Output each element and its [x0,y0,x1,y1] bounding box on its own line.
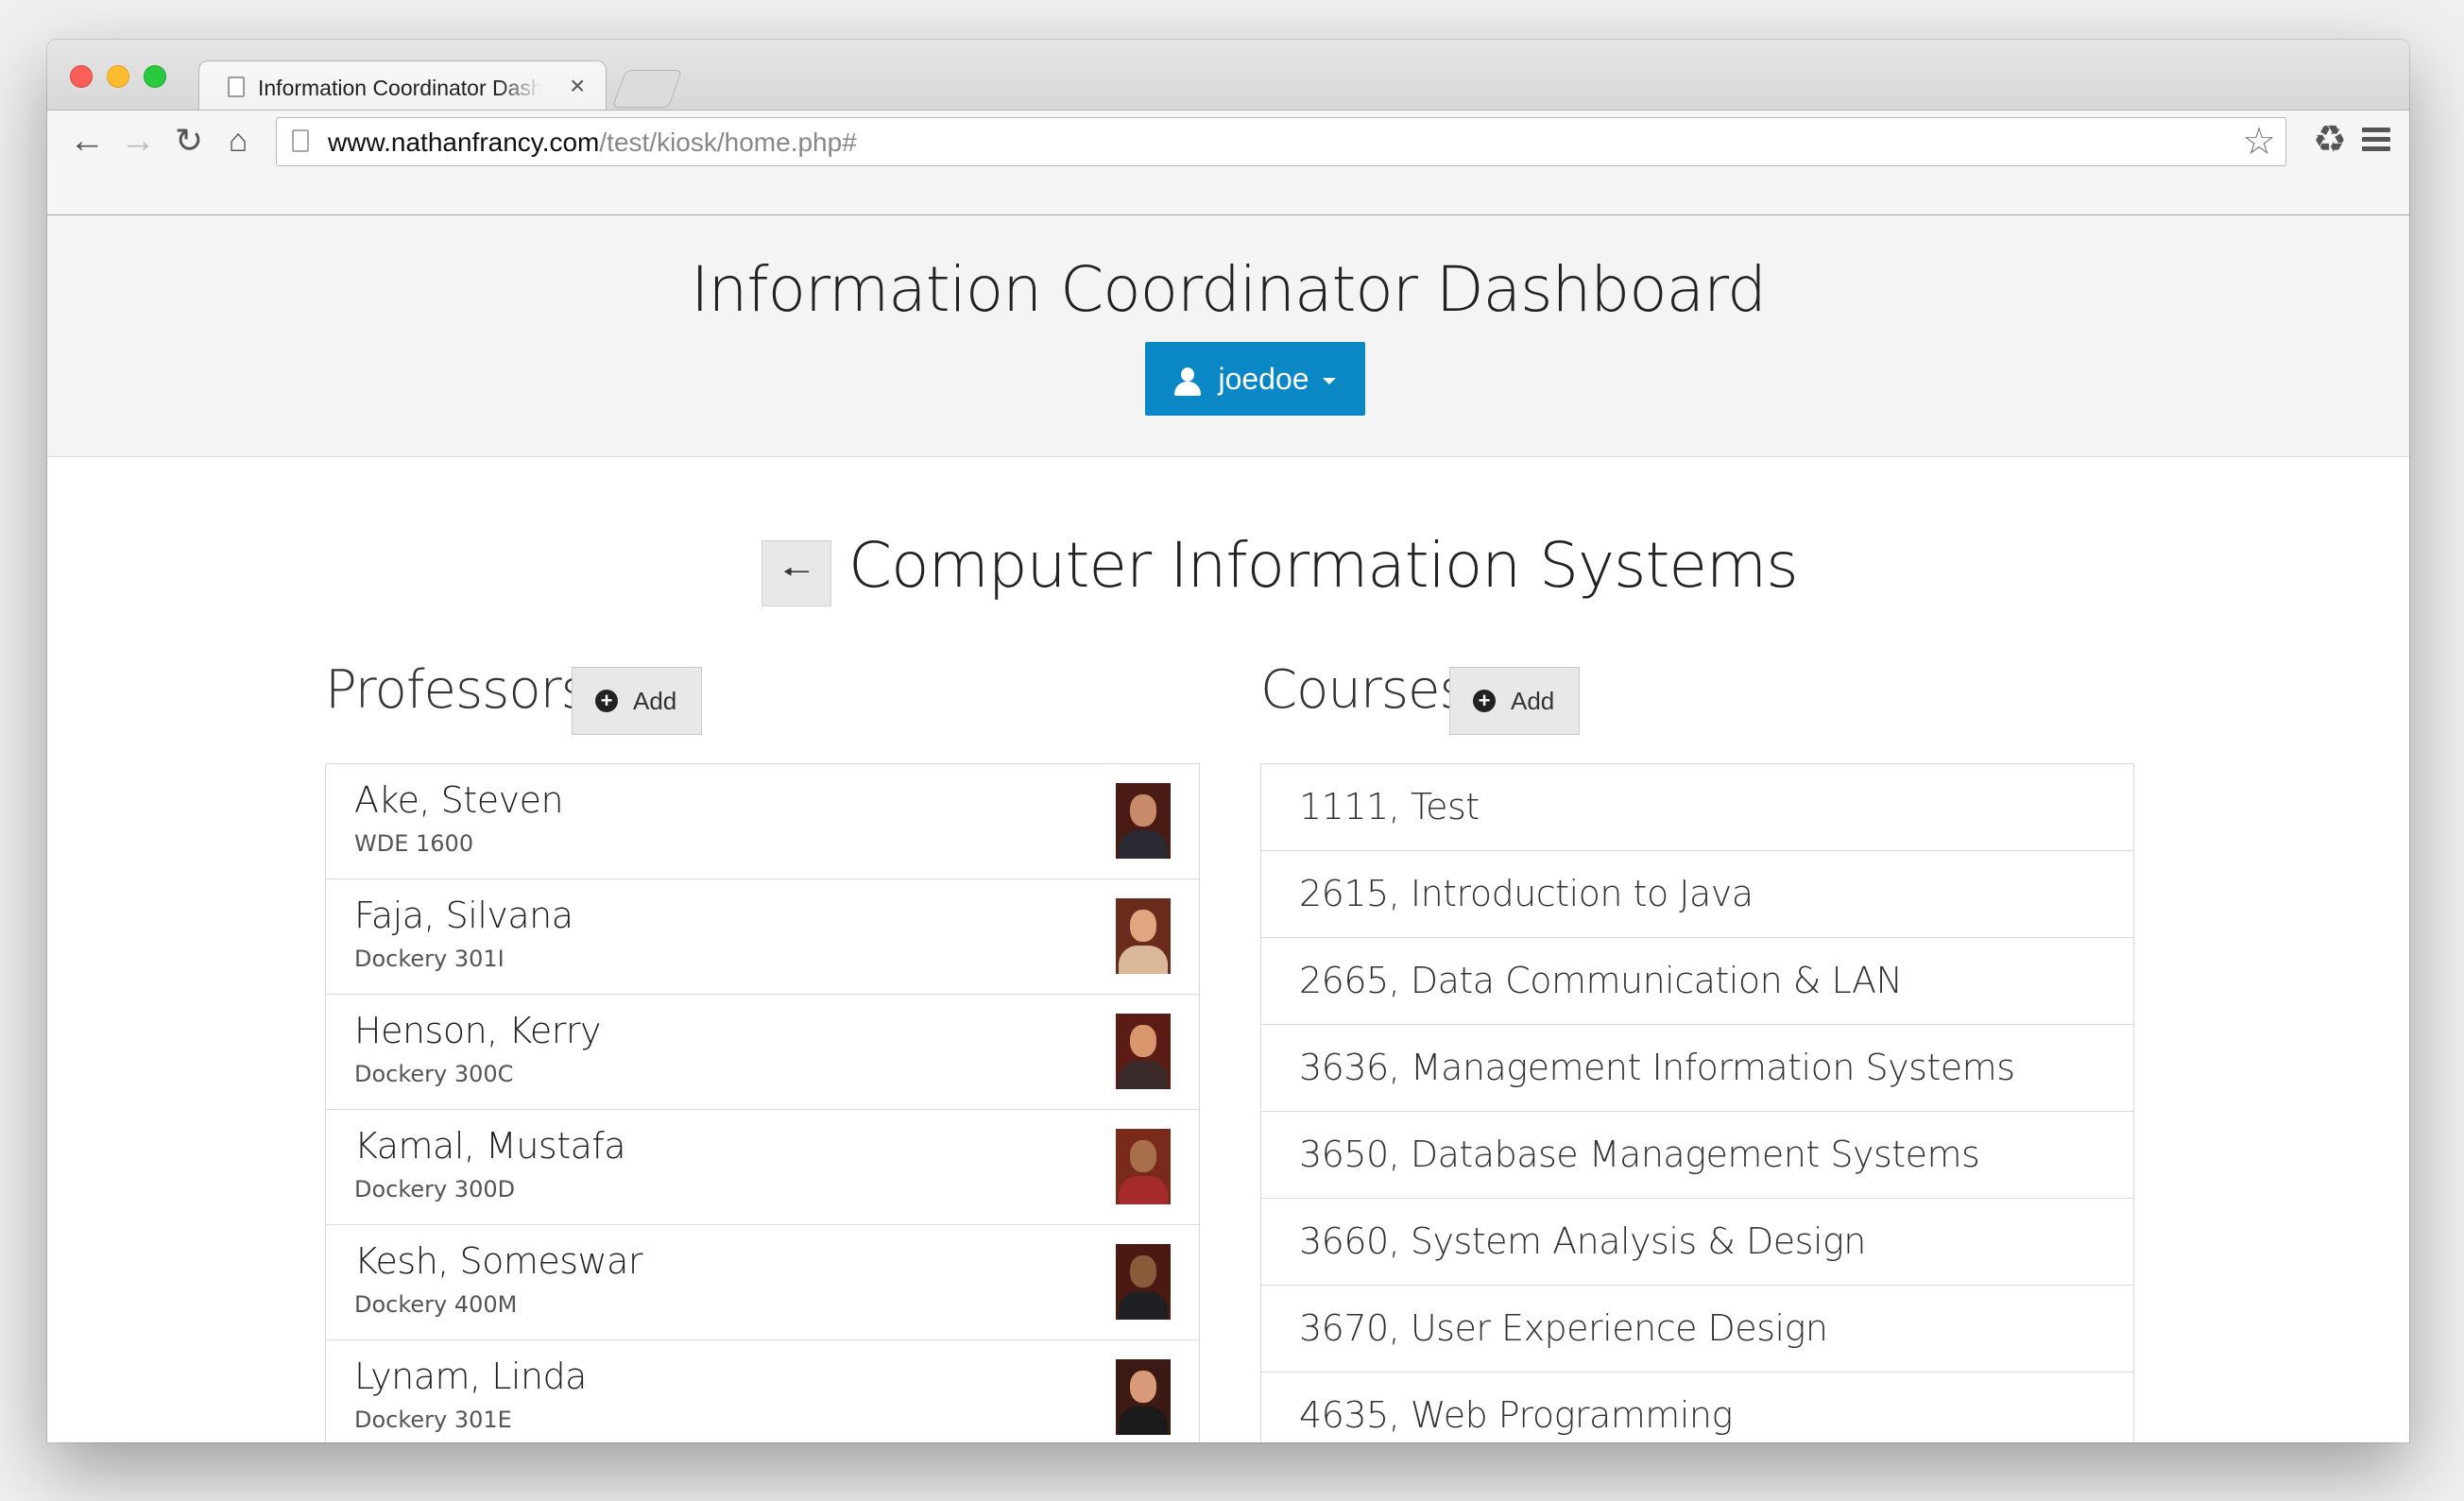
course-list-item[interactable]: 2665, Data Communication & LAN [1261,938,2133,1025]
plus-circle-icon: + [595,690,618,713]
professor-photo [1116,1244,1171,1320]
professors-heading: Professors [325,659,589,721]
professor-list-item[interactable]: Henson, Kerry Dockery 300C [326,995,1199,1110]
back-icon[interactable]: ← [66,120,108,162]
url-text: www.nathanfrancy.com/test/kiosk/home.php… [328,128,857,157]
professor-list-item[interactable]: Faja, Silvana Dockery 301I [326,879,1199,995]
course-list: 1111, Test 2615, Introduction to Java 26… [1260,763,2134,1442]
courses-heading: Courses [1260,659,1467,721]
professor-office: Dockery 300C [354,1061,514,1087]
professor-photo [1116,898,1171,974]
caret-down-icon [1322,378,1336,385]
course-list-item[interactable]: 2615, Introduction to Java [1261,851,2133,938]
browser-tab[interactable]: Information Coordinator Dashboard × [198,60,607,111]
professor-list-item[interactable]: Lynam, Linda Dockery 301E [326,1340,1199,1442]
back-button[interactable]: 🠐 [761,540,831,606]
add-professor-button[interactable]: + Add [572,667,702,735]
course-list-item[interactable]: 3670, User Experience Design [1261,1286,2133,1373]
minimize-window-button[interactable] [107,65,129,88]
professor-office: Dockery 301E [354,1407,512,1433]
close-window-button[interactable] [70,65,93,88]
page-content: Information Coordinator Dashboard joedoe… [47,215,2409,1442]
course-list-item[interactable]: 1111, Test [1261,764,2133,851]
course-list-item[interactable]: 3650, Database Management Systems [1261,1112,2133,1199]
forward-icon[interactable]: → [117,120,159,162]
professor-list-item[interactable]: Kamal, Mustafa Dockery 300D [326,1110,1199,1225]
course-list-item[interactable]: 3660, System Analysis & Design [1261,1199,2133,1286]
arrow-left-icon: 🠐 [782,554,811,590]
browser-toolbar: ← → ↻ ⌂ www.nathanfrancy.com/test/kiosk/… [47,110,2409,215]
page-title: Information Coordinator Dashboard [691,253,1767,326]
course-list-item[interactable]: 4635, Web Programming [1261,1373,2133,1442]
tab-strip: Information Coordinator Dashboard × [47,40,2409,111]
page-icon [292,129,309,152]
tab-close-button[interactable]: × [570,71,585,101]
page-icon [228,77,245,97]
professor-name: Henson, Kerry [354,1010,601,1051]
professor-name: Faja, Silvana [354,895,573,936]
professor-office: Dockery 300D [354,1176,516,1203]
zoom-window-button[interactable] [144,65,166,88]
user-icon [1174,367,1202,396]
professor-list-item[interactable]: Ake, Steven WDE 1600 [326,764,1199,879]
recycle-extension-icon[interactable]: ♻ [2313,118,2347,162]
home-icon[interactable]: ⌂ [217,120,259,162]
department-title: Computer Information Systems [848,529,1799,602]
add-course-button[interactable]: + Add [1449,667,1580,735]
professor-photo [1116,783,1171,859]
professor-name: Ake, Steven [354,779,564,821]
browser-window: Information Coordinator Dashboard × ← → … [47,40,2409,1442]
professor-photo [1116,1014,1171,1089]
address-bar[interactable]: www.nathanfrancy.com/test/kiosk/home.php… [276,117,2286,166]
course-list-item[interactable]: 3636, Management Information Systems [1261,1025,2133,1112]
professor-office: WDE 1600 [354,830,474,857]
professor-office: Dockery 301I [354,946,505,972]
username: joedoe [1218,362,1309,396]
user-dropdown-button[interactable]: joedoe [1145,342,1365,416]
professor-name: Kamal, Mustafa [354,1125,626,1167]
menu-icon[interactable] [2362,128,2390,156]
dashboard-header: Information Coordinator Dashboard joedoe [47,215,2409,457]
professor-list-item[interactable]: Kesh, Someswar Dockery 400M [326,1225,1199,1340]
new-tab-button[interactable] [611,70,683,108]
professor-photo [1116,1129,1171,1204]
professor-office: Dockery 400M [354,1291,518,1318]
reload-icon[interactable]: ↻ [168,120,210,162]
professor-name: Lynam, Linda [354,1356,587,1397]
professor-name: Kesh, Someswar [354,1240,643,1282]
bookmark-star-icon[interactable]: ☆ [2242,120,2276,163]
tab-title: Information Coordinator Dashboard [258,76,541,100]
professor-list: Ake, Steven WDE 1600 Faja, Silvana Docke… [325,763,1200,1442]
professor-photo [1116,1359,1171,1435]
plus-circle-icon: + [1473,690,1496,713]
